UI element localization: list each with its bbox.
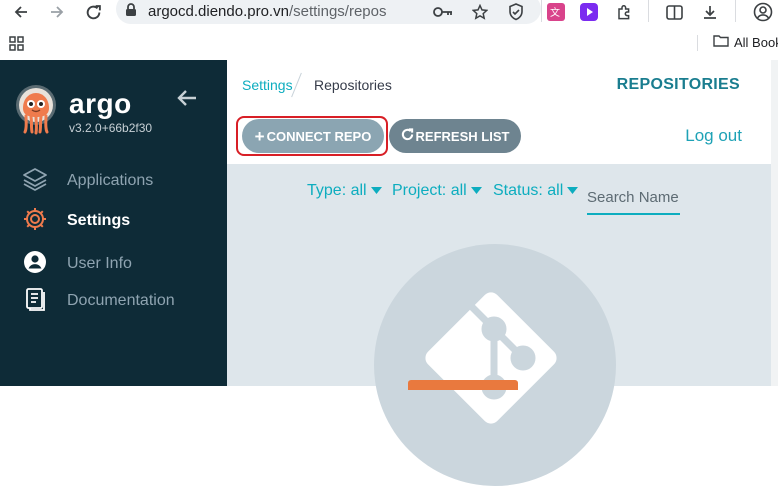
user-icon [22, 249, 48, 280]
translate-extension-icon[interactable]: 文 [546, 0, 566, 24]
lock-icon [125, 3, 137, 22]
page-title: REPOSITORIES [616, 76, 740, 93]
collapse-sidebar-icon[interactable] [176, 88, 198, 113]
search-name-input[interactable] [587, 181, 680, 215]
bookmarks-divider [697, 35, 698, 51]
highlight-box [236, 116, 388, 156]
forward-icon[interactable] [47, 0, 67, 24]
sidebar-item-user-info[interactable]: User Info [22, 249, 132, 280]
status-filter-dropdown[interactable]: Status: all [493, 182, 579, 200]
split-view-icon[interactable] [663, 0, 685, 24]
sidebar-item-settings[interactable]: Settings [22, 206, 130, 237]
all-bookmarks-button[interactable]: All Book [713, 34, 778, 50]
bottom-overlay-bar [408, 380, 518, 390]
type-filter-dropdown[interactable]: Type: all [307, 182, 382, 200]
document-icon [22, 286, 48, 317]
url-host: argocd.diendo.pro.vn [148, 3, 289, 20]
caret-down-icon [470, 182, 482, 200]
breadcrumb-settings-link[interactable]: Settings [242, 77, 293, 93]
all-bookmarks-label: All Book [734, 34, 778, 50]
browser-chrome: argocd.diendo.pro.vn/settings/repos 文 Al… [0, 0, 778, 60]
download-icon[interactable] [699, 0, 721, 24]
url-path: /settings/repos [288, 3, 387, 20]
back-icon[interactable] [11, 0, 31, 24]
reload-icon[interactable] [82, 0, 104, 24]
toolbar-divider [648, 0, 649, 22]
video-extension-icon[interactable] [579, 0, 599, 24]
toolbar-divider [735, 0, 736, 22]
shield-icon[interactable] [505, 0, 527, 24]
status-filter-label: Status: all [493, 182, 564, 199]
sidebar-item-documentation[interactable]: Documentation [22, 286, 175, 317]
key-icon[interactable] [432, 0, 454, 24]
sidebar-item-applications[interactable]: Applications [22, 167, 153, 196]
sidebar-item-label: Documentation [67, 292, 175, 309]
git-icon [416, 283, 566, 433]
url-text: argocd.diendo.pro.vn/settings/repos [148, 3, 387, 20]
svg-text:文: 文 [550, 6, 560, 19]
sidebar-item-label: Settings [67, 212, 131, 229]
project-filter-dropdown[interactable]: Project: all [392, 182, 482, 200]
sidebar-item-label: Applications [67, 172, 154, 189]
star-icon[interactable] [469, 0, 491, 24]
brand-name: argo [69, 88, 132, 119]
extensions-icon[interactable] [613, 0, 635, 24]
sidebar-item-label: User Info [67, 255, 132, 272]
refresh-icon [401, 128, 414, 144]
gear-icon [22, 206, 48, 237]
profile-icon[interactable] [751, 0, 775, 24]
refresh-list-button[interactable]: REFRESH LIST [389, 119, 521, 153]
breadcrumb-current: Repositories [314, 77, 392, 93]
version-label: v3.2.0+66b2f30 [69, 121, 153, 135]
type-filter-label: Type: all [307, 182, 367, 199]
layers-icon [22, 167, 48, 196]
logout-link[interactable]: Log out [685, 126, 742, 146]
project-filter-label: Project: all [392, 182, 467, 199]
caret-down-icon [567, 182, 579, 200]
refresh-list-label: REFRESH LIST [415, 128, 510, 144]
toolbar-divider [541, 0, 542, 22]
scrollbar[interactable] [771, 60, 778, 386]
folder-icon [713, 34, 729, 50]
bookmarks-bar [0, 30, 778, 58]
argo-logo-icon[interactable] [15, 84, 57, 136]
caret-down-icon [370, 182, 382, 200]
apps-grid-icon[interactable] [9, 36, 24, 56]
